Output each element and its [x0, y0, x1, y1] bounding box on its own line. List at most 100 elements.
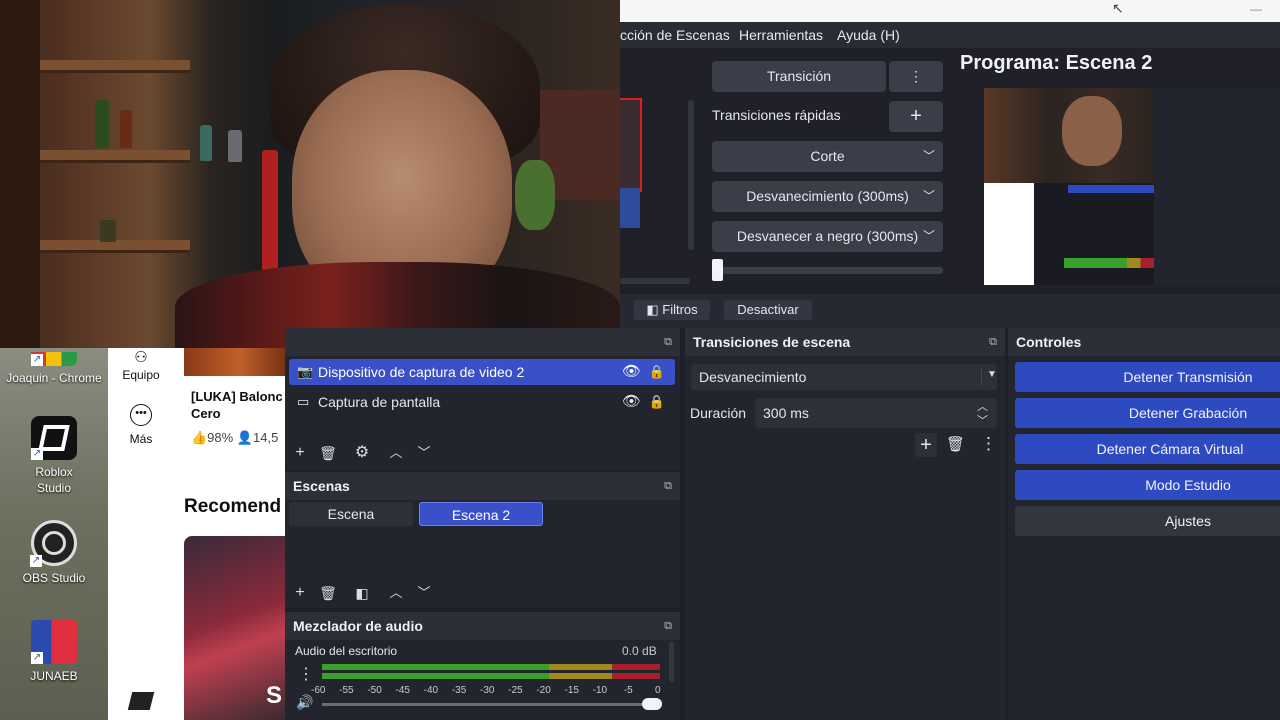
transition-properties-menu[interactable]: ⋮	[980, 434, 997, 454]
recommended-thumbnail[interactable]: S	[184, 536, 285, 720]
dock-title: Transiciones de escena	[693, 334, 851, 350]
remove-scene-button[interactable]: 🗑	[318, 583, 338, 603]
lock-icon[interactable]: 🔒	[649, 389, 665, 415]
remove-transition-button[interactable]: 🗑	[946, 435, 965, 453]
scene-transitions-dock: Transiciones de escena ⧉ Desvanecimiento…	[685, 328, 1005, 720]
meter-red	[612, 673, 660, 679]
deactivate-button[interactable]: Desactivar	[724, 300, 812, 320]
desktop-icon-junaeb[interactable]: ↗ JUNAEB	[4, 620, 104, 684]
transition-select-value: Desvanecimiento	[699, 369, 807, 385]
visibility-eye-icon[interactable]: 👁	[622, 389, 641, 415]
sidebar-item-more[interactable]: ••• Más	[108, 404, 174, 446]
transition-button[interactable]: Transición	[712, 61, 886, 92]
obs-icon: ↗	[30, 520, 77, 567]
meter-scale-tick: -20	[536, 685, 551, 696]
decrement-icon[interactable]: ﹀	[977, 412, 988, 428]
video-title[interactable]: [LUKA] Balonc Cero	[191, 388, 291, 422]
add-quick-transition-button[interactable]: +	[889, 101, 943, 132]
transition-menu-button[interactable]: ⋮	[889, 61, 943, 92]
filters-button[interactable]: ◧ Filtros	[634, 300, 710, 320]
menu-help[interactable]: Ayuda (H)	[837, 27, 900, 43]
quick-transition-fade-to-black[interactable]: Desvanecer a negro (300ms) ﹀	[712, 221, 943, 252]
sources-dock: ⧉ 📷 Dispositivo de captura de video 2 👁 …	[285, 328, 680, 470]
quick-transition-cut[interactable]: Corte ﹀	[712, 141, 943, 172]
scene-item[interactable]: Escena	[289, 502, 413, 526]
settings-button[interactable]: Ajustes	[1015, 506, 1280, 536]
source-item[interactable]: 📷 Dispositivo de captura de video 2 👁 🔒	[289, 359, 675, 385]
volume-slider-handle[interactable]	[642, 698, 662, 710]
menu-scene-collection[interactable]: cción de Escenas	[620, 27, 730, 43]
controls-dock: Controles Detener Transmisión Detener Gr…	[1008, 328, 1280, 720]
speaker-icon[interactable]: 🔊	[296, 694, 313, 711]
monitor-icon: ▭	[297, 394, 310, 409]
meter-scale-tick: -25	[508, 685, 523, 696]
video-thumbnail[interactable]	[184, 348, 294, 376]
bottle	[262, 150, 278, 270]
dock-title: Controles	[1016, 334, 1082, 350]
audio-menu-icon[interactable]: ⋮	[298, 664, 314, 684]
roblox-icon[interactable]	[127, 692, 155, 710]
chevron-down-icon: ﹀	[922, 189, 935, 203]
scene-filters-button[interactable]: ◧	[352, 583, 372, 603]
add-source-button[interactable]: +	[290, 443, 310, 463]
program-selection	[1068, 185, 1154, 193]
preview-area[interactable]	[620, 48, 695, 294]
lock-icon[interactable]: 🔒	[649, 359, 665, 385]
studio-mode-button[interactable]: Modo Estudio	[1015, 470, 1280, 500]
meter-scale-tick: -15	[564, 685, 579, 696]
filter-icon: ◧	[646, 302, 659, 317]
scene-item-selected[interactable]: Escena 2	[419, 502, 543, 526]
sidebar-item-team[interactable]: ⚇ Equipo	[108, 348, 174, 382]
volume-fill	[322, 703, 642, 706]
stop-virtual-camera-button[interactable]: Detener Cámara Virtual	[1015, 434, 1280, 464]
menu-tools[interactable]: Herramientas	[739, 27, 823, 43]
mixer-scrollbar[interactable]	[669, 642, 674, 682]
move-up-button[interactable]: ︿	[386, 443, 406, 463]
chrome-icon: ↗	[31, 352, 77, 366]
quick-transition-fade[interactable]: Desvanecimiento (300ms) ﹀	[712, 181, 943, 212]
kebab-menu-icon: ⋮	[909, 68, 923, 84]
desktop-icon-obs[interactable]: ↗ OBS Studio	[4, 520, 104, 586]
source-properties-button[interactable]: ⚙	[352, 443, 372, 463]
cursor-icon: ↖	[1112, 0, 1124, 16]
add-transition-button[interactable]: +	[915, 433, 937, 457]
source-item[interactable]: ▭ Captura de pantalla 👁 🔒	[289, 389, 675, 415]
float-dock-icon[interactable]: ⧉	[664, 612, 672, 640]
move-down-button[interactable]: ﹀	[414, 443, 434, 463]
meter-scale-tick: -40	[423, 685, 439, 696]
stop-streaming-button[interactable]: Detener Transmisión	[1015, 362, 1280, 392]
desktop-icon-chrome[interactable]: ↗ Joaquin - Chrome	[4, 352, 104, 386]
audio-channel-name: Audio del escritorio	[295, 644, 398, 658]
t-bar-handle[interactable]	[712, 259, 723, 281]
move-down-button[interactable]: ﹀	[414, 583, 434, 603]
scenes-dock-header: Escenas ⧉	[285, 472, 680, 500]
preview-scrollbar[interactable]	[688, 100, 694, 250]
audio-level-readout: 0.0 dB	[622, 644, 657, 658]
move-up-button[interactable]: ︿	[386, 583, 406, 603]
float-dock-icon[interactable]: ⧉	[664, 472, 672, 500]
dock-title: Escenas	[293, 478, 350, 494]
desktop-icon-roblox-studio[interactable]: ↗ Roblox Studio	[4, 416, 104, 496]
window-titlebar: ↖ —	[620, 0, 1280, 22]
meter-yellow	[549, 673, 612, 679]
float-dock-icon[interactable]: ⧉	[989, 328, 997, 356]
visibility-eye-icon[interactable]: 👁	[622, 359, 641, 385]
audio-mixer-header: Mezclador de audio ⧉	[285, 612, 680, 640]
meter-green	[322, 673, 549, 679]
add-scene-button[interactable]: +	[290, 583, 310, 603]
preview-h-scrollbar[interactable]	[620, 278, 690, 284]
source-toolbar: ◧ Filtros Desactivar	[620, 294, 1280, 328]
float-dock-icon[interactable]: ⧉	[664, 328, 672, 356]
meter-red	[612, 664, 660, 670]
transition-select[interactable]: Desvanecimiento ▼	[691, 364, 997, 390]
sources-dock-header: ⧉	[285, 328, 680, 356]
program-area: Programa: Escena 2	[955, 48, 1280, 294]
browser-window: ⚇ Equipo ••• Más [LUKA] Balonc Cero 👍98%…	[108, 348, 294, 720]
meter-green	[322, 664, 549, 670]
duration-spinbox[interactable]: 300 ms ︿ ﹀	[755, 398, 997, 428]
remove-source-button[interactable]: 🗑	[318, 443, 338, 463]
stop-recording-button[interactable]: Detener Grabación	[1015, 398, 1280, 428]
minimize-icon[interactable]: —	[1250, 2, 1262, 16]
desktop-icon-label: OBS Studio	[22, 571, 86, 585]
dropdown-arrow-icon: ▼	[987, 369, 997, 380]
